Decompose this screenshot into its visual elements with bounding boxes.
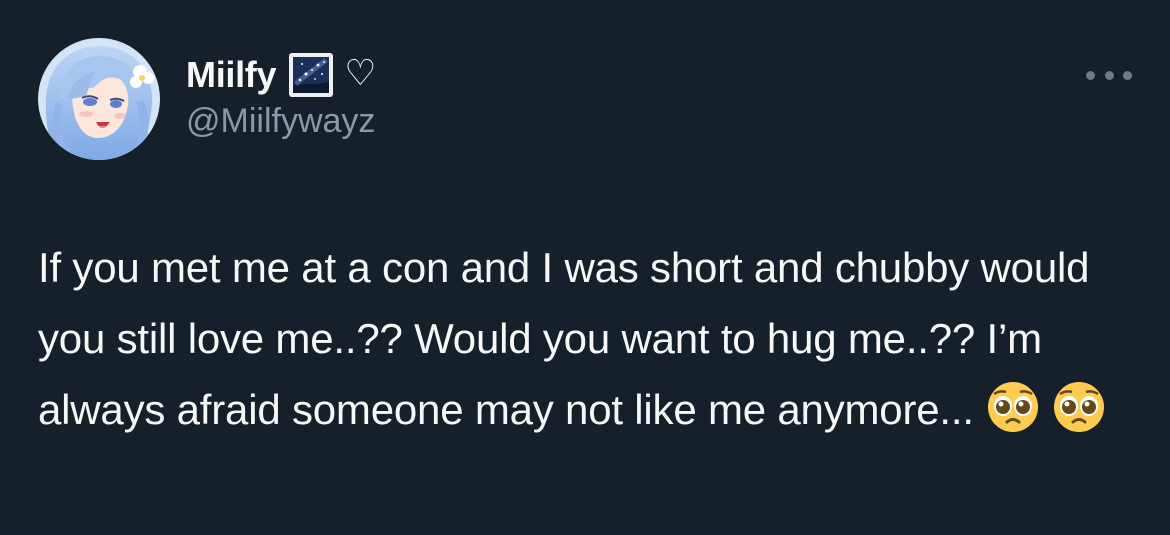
more-options-icon[interactable] <box>1086 60 1132 90</box>
handle[interactable]: @Miilfywayz <box>186 102 375 141</box>
pleading-face-emoji-icon <box>987 382 1038 432</box>
night-sky-emoji-icon <box>288 52 334 98</box>
tweet: Miilfy ♡ @Miilfywayz If you met me at a … <box>0 0 1170 535</box>
tweet-text: If you met me at a con and I was short a… <box>38 232 1138 445</box>
more-dot <box>1123 70 1132 80</box>
pleading-face-emoji-icon <box>1053 382 1104 432</box>
name-row: Miilfy ♡ <box>186 50 377 100</box>
heart-icon: ♡ <box>344 53 377 94</box>
more-dot <box>1086 70 1095 80</box>
display-name[interactable]: Miilfy <box>186 54 277 96</box>
avatar[interactable] <box>38 38 160 160</box>
avatar-image <box>38 38 160 160</box>
more-dot <box>1104 70 1114 80</box>
tweet-body: If you met me at a con and I was short a… <box>38 244 1090 433</box>
